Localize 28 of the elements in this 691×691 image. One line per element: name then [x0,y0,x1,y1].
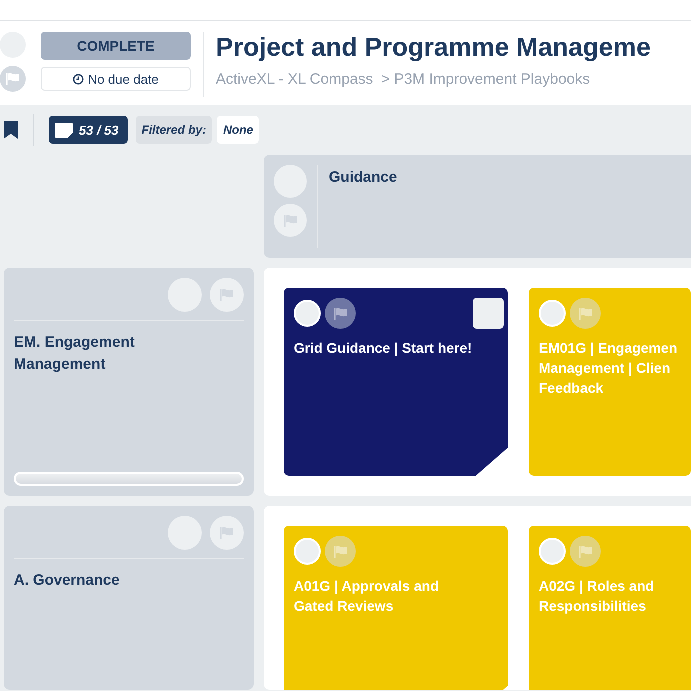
card-title: A01G | Approvals and Gated Reviews [294,577,440,616]
card-title: Grid Guidance | Start here! [294,339,474,358]
card-title: EM01G | Engagemen Management | Clien Feedback [539,339,679,398]
flag-icon [282,214,298,228]
due-date-button[interactable]: No due date [41,67,191,91]
row-title: A. Governance [14,571,121,591]
flag-button[interactable] [325,298,356,329]
filter-label: Filtered by: [136,116,212,144]
bookmark-icon[interactable] [4,121,18,139]
flag-icon [219,288,235,302]
card-count-button[interactable]: 53 / 53 [49,116,128,144]
flag-icon [578,544,594,558]
row-title: EM. Engagement Management [14,333,136,375]
filter-value-button[interactable]: None [217,116,260,144]
task-card[interactable]: Grid Guidance | Start here! [284,288,508,476]
card-title: A02G | Roles and Responsibilities [539,577,656,616]
status-badge[interactable]: COMPLETE [41,32,191,60]
card-icon [55,122,73,138]
status-circle-icon[interactable] [294,300,321,327]
flag-icon [219,526,235,540]
flag-icon [5,72,21,86]
flag-icon [332,306,348,320]
clock-icon [73,74,84,84]
column-title: Guidance [329,169,398,188]
flag-icon [332,544,348,558]
page-title: Project and Programme Manageme [216,32,651,63]
checkbox[interactable] [473,298,504,329]
flag-icon [578,306,594,320]
